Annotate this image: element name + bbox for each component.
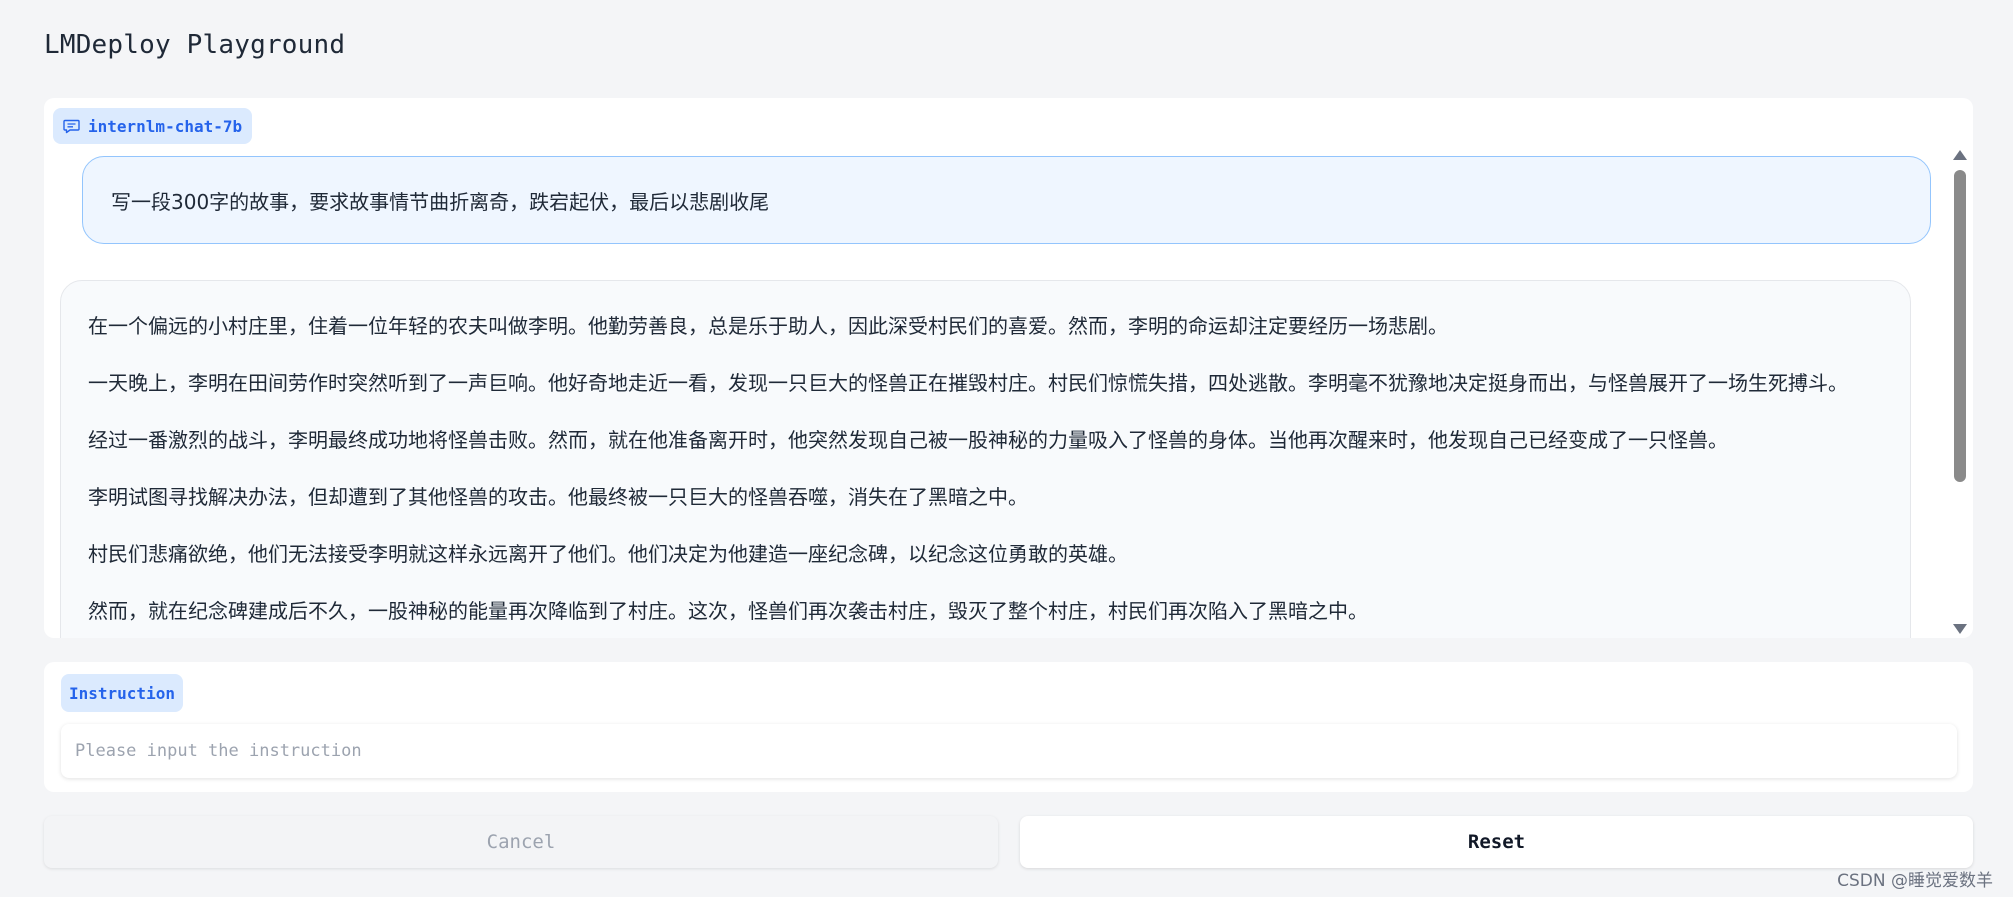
bot-paragraph: 然而，就在纪念碑建成后不久，一股神秘的能量再次降临到了村庄。这次，怪兽们再次袭击… <box>88 599 1368 623</box>
bot-paragraph: 经过一番激烈的战斗，李明最终成功地将怪兽击败。然而，就在他准备离开时，他突然发现… <box>88 428 1728 452</box>
chat-scrollbar[interactable] <box>1947 150 1973 638</box>
bot-message: 在一个偏远的小村庄里，住着一位年轻的农夫叫做李明。他勤劳善良，总是乐于助人，因此… <box>60 280 1911 638</box>
chat-bubble-icon <box>63 119 80 134</box>
instruction-input[interactable] <box>61 724 1957 778</box>
app-title: LMDeploy Playground <box>44 30 346 60</box>
bot-paragraph: 在一个偏远的小村庄里，住着一位年轻的农夫叫做李明。他勤劳善良，总是乐于助人，因此… <box>88 314 1448 338</box>
scroll-thumb[interactable] <box>1954 170 1966 482</box>
chat-panel: internlm-chat-7b 写一段300字的故事，要求故事情节曲折离奇，跌… <box>44 98 1973 638</box>
user-message: 写一段300字的故事，要求故事情节曲折离奇，跌宕起伏，最后以悲剧收尾 <box>82 156 1931 244</box>
bot-paragraph: 村民们悲痛欲绝，他们无法接受李明就这样永远离开了他们。他们决定为他建造一座纪念碑… <box>88 542 1128 566</box>
instruction-panel: Instruction <box>44 662 1973 792</box>
watermark: CSDN @睡觉爱数羊 <box>1837 871 1993 891</box>
model-badge: internlm-chat-7b <box>53 108 253 144</box>
bot-paragraph: 一天晚上，李明在田间劳作时突然听到了一声巨响。他好奇地走近一看，发现一只巨大的怪… <box>88 371 1848 395</box>
chat-history[interactable]: 写一段300字的故事，要求故事情节曲折离奇，跌宕起伏，最后以悲剧收尾 在一个偏远… <box>44 156 1944 638</box>
instruction-label: Instruction <box>61 674 183 712</box>
bot-paragraph: 李明试图寻找解决办法，但却遭到了其他怪兽的攻击。他最终被一只巨大的怪兽吞噬，消失… <box>88 485 1028 509</box>
model-name: internlm-chat-7b <box>88 116 243 136</box>
scroll-up-arrow-icon[interactable] <box>1953 150 1967 160</box>
user-message-text: 写一段300字的故事，要求故事情节曲折离奇，跌宕起伏，最后以悲剧收尾 <box>111 189 770 214</box>
reset-button[interactable]: Reset <box>1020 816 1973 868</box>
cancel-button[interactable]: Cancel <box>44 816 998 868</box>
scroll-down-arrow-icon[interactable] <box>1953 624 1967 634</box>
